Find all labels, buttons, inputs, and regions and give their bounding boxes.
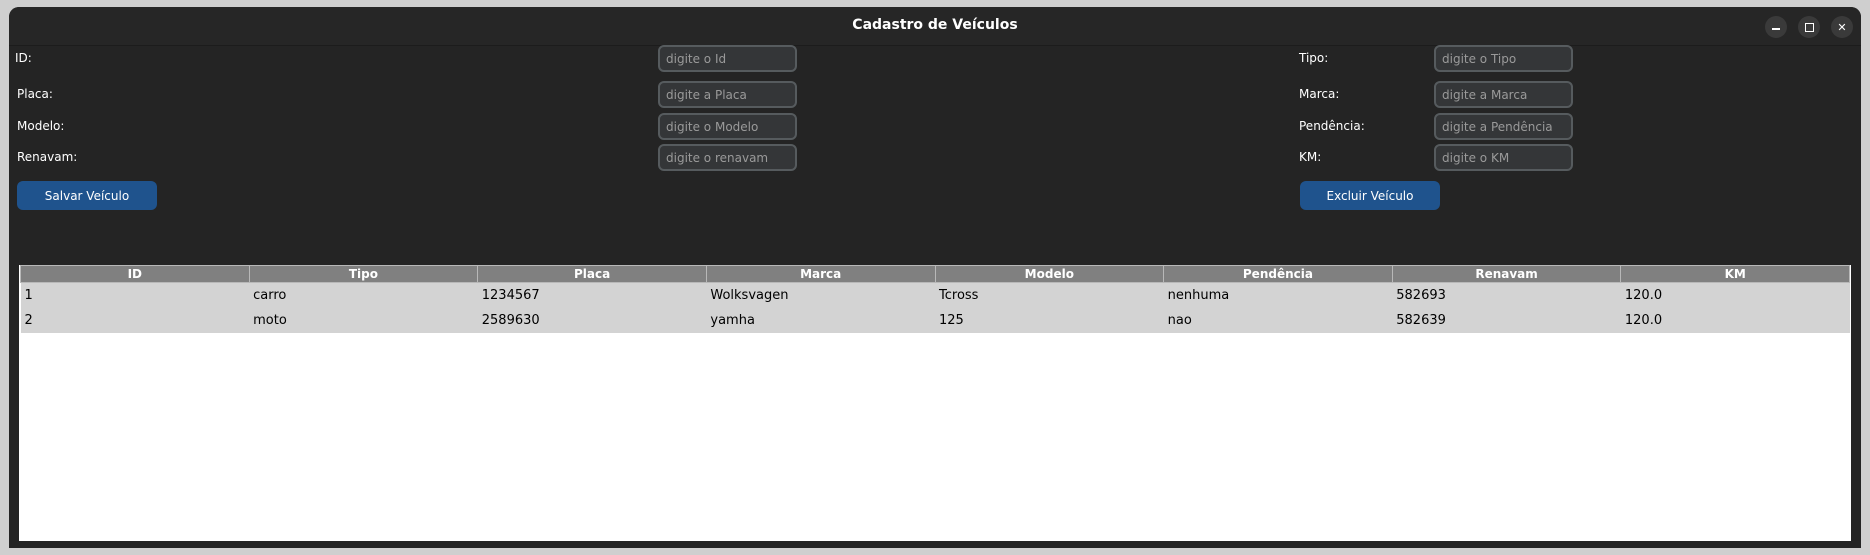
cell-tipo: carro [249,282,478,308]
cell-modelo: Tcross [935,282,1164,308]
renavam-input[interactable] [658,144,797,171]
cell-id: 2 [20,308,250,333]
id-label: ID: [15,51,32,65]
cell-tipo: moto [249,308,478,333]
close-button[interactable]: ✕ [1831,16,1853,38]
cell-km: 120.0 [1620,282,1850,308]
placa-input[interactable] [658,81,797,108]
cell-renavam: 582639 [1392,308,1621,333]
placa-label: Placa: [17,87,53,101]
cell-modelo: 125 [935,308,1164,333]
pendencia-input[interactable] [1434,113,1573,140]
column-header-id[interactable]: ID [20,265,250,283]
cell-id: 1 [20,282,250,308]
column-header-placa[interactable]: Placa [477,265,707,283]
column-header-modelo[interactable]: Modelo [934,265,1165,283]
cell-marca: Wolksvagen [706,282,935,308]
modelo-label: Modelo: [17,119,65,133]
pendencia-label: Pendência: [1299,119,1365,133]
minimize-icon [1772,28,1780,30]
close-icon: ✕ [1837,20,1847,34]
title-bar[interactable]: Cadastro de Veículos ✕ [9,7,1861,46]
window-title: Cadastro de Veículos [852,17,1018,33]
renavam-label: Renavam: [17,150,78,164]
km-input[interactable] [1434,144,1573,171]
table-row[interactable]: 2 moto 2589630 yamha 125 nao 582639 120.… [20,308,1850,333]
vehicles-table: ID Tipo Placa Marca Modelo Pendência Ren… [20,265,1850,333]
vehicles-table-container: ID Tipo Placa Marca Modelo Pendência Ren… [19,265,1851,541]
tipo-label: Tipo: [1299,51,1329,65]
save-vehicle-button[interactable]: Salvar Veículo [17,181,157,210]
marca-label: Marca: [1299,87,1340,101]
column-header-tipo[interactable]: Tipo [248,265,479,283]
cell-km: 120.0 [1620,308,1850,333]
column-header-pendencia[interactable]: Pendência [1163,265,1393,283]
app-window: Cadastro de Veículos ✕ ID: Placa: Modelo… [9,7,1861,548]
maximize-button[interactable] [1798,16,1820,38]
maximize-icon [1804,22,1814,32]
table-row[interactable]: 1 carro 1234567 Wolksvagen Tcross nenhum… [20,282,1850,308]
cell-marca: yamha [706,308,935,333]
column-header-renavam[interactable]: Renavam [1391,265,1622,283]
cell-renavam: 582693 [1392,282,1621,308]
modelo-input[interactable] [658,113,797,140]
cell-pendencia: nao [1163,308,1393,333]
delete-vehicle-button[interactable]: Excluir Veículo [1300,181,1440,210]
cell-placa: 1234567 [477,282,707,308]
column-header-marca[interactable]: Marca [705,265,936,283]
tipo-input[interactable] [1434,45,1573,72]
table-header-row: ID Tipo Placa Marca Modelo Pendência Ren… [20,265,1850,283]
minimize-button[interactable] [1765,16,1787,38]
column-header-km[interactable]: KM [1620,265,1850,283]
marca-input[interactable] [1434,81,1573,108]
km-label: KM: [1299,150,1322,164]
cell-pendencia: nenhuma [1163,282,1393,308]
id-input[interactable] [658,45,797,72]
cell-placa: 2589630 [477,308,707,333]
